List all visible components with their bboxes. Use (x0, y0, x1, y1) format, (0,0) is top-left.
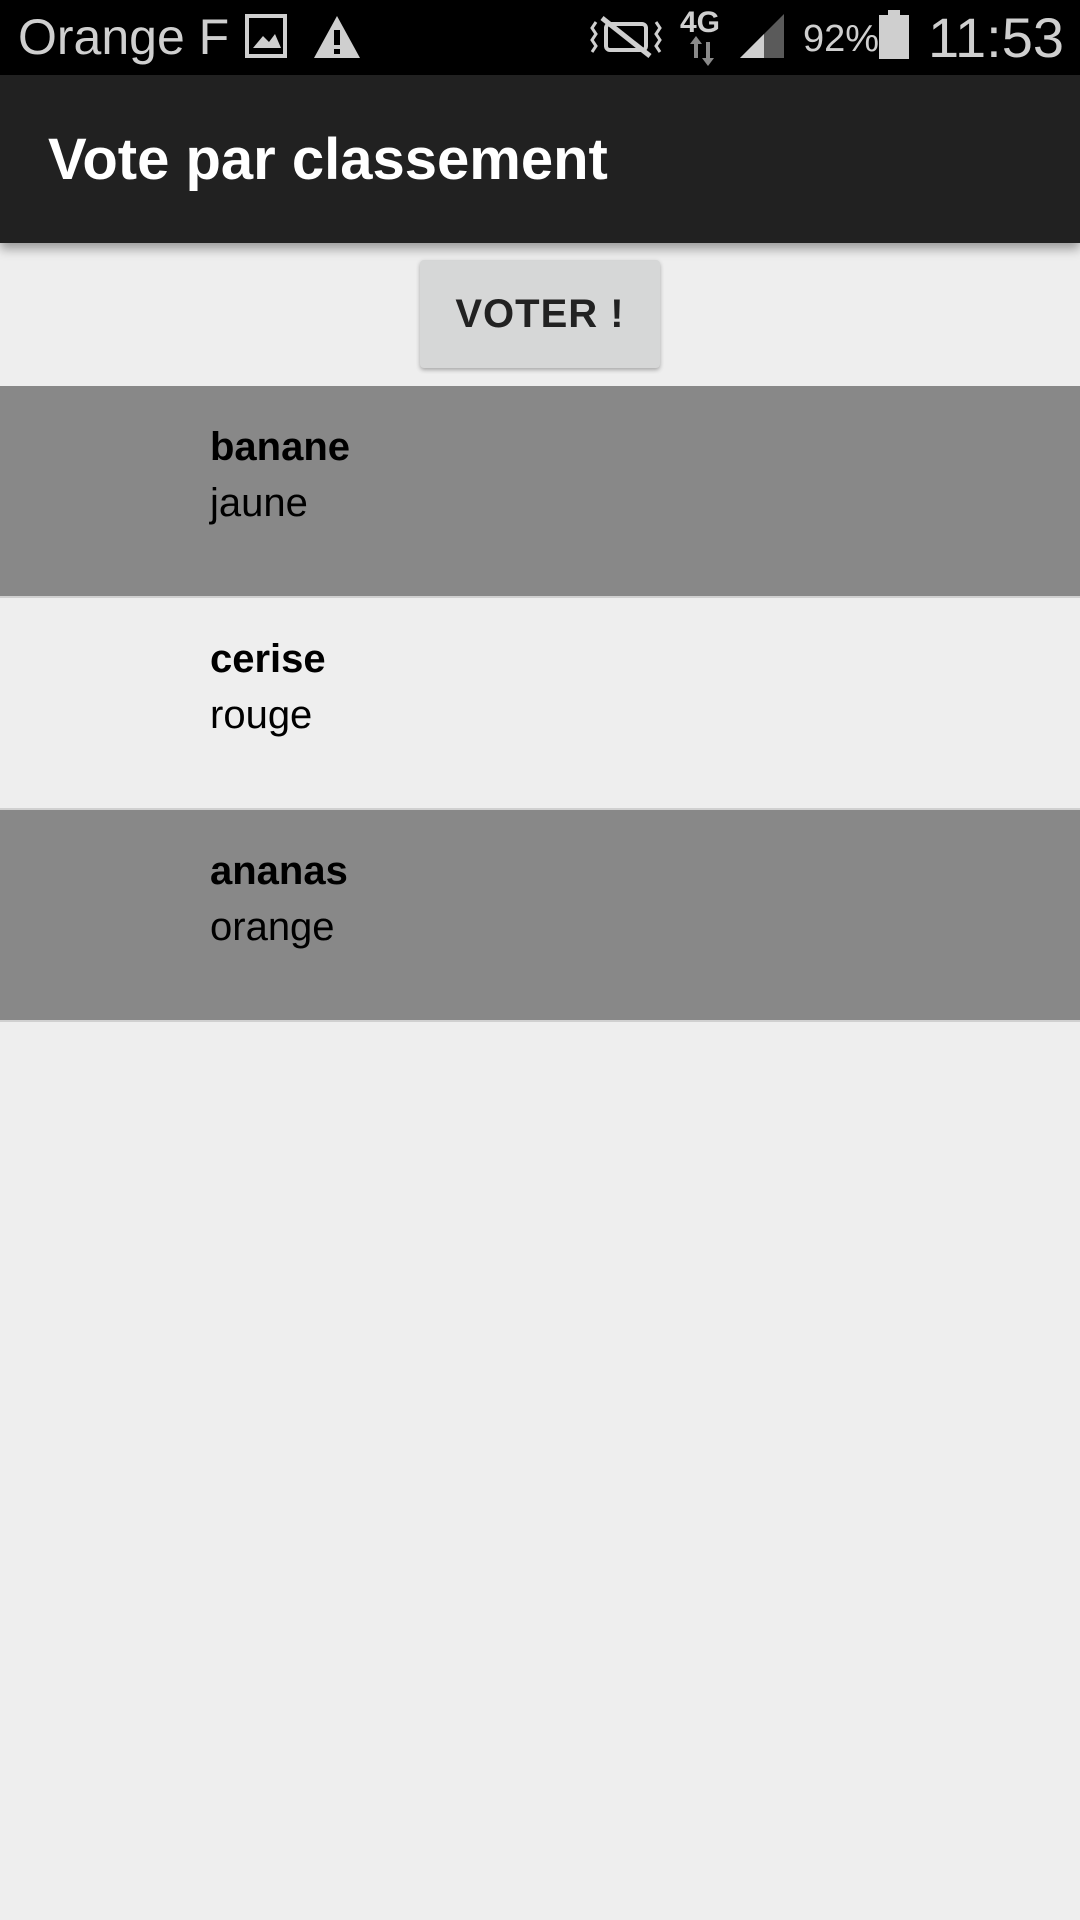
list-item-title: ananas (210, 849, 348, 893)
list-item-title: cerise (210, 637, 326, 681)
app-bar: Vote par classement (0, 75, 1080, 243)
list-item-subtitle: jaune (210, 481, 308, 525)
list-item-subtitle: rouge (210, 693, 313, 737)
carrier-name: Orange F (18, 9, 230, 65)
list-item-banane[interactable]: banane jaune (0, 386, 1080, 598)
battery-icon (878, 10, 910, 65)
status-bar: Orange F 4G 92% 11:53 (0, 0, 1080, 75)
gallery-icon (245, 14, 287, 63)
warning-icon (312, 14, 362, 65)
vote-button[interactable]: VOTER ! (420, 260, 660, 368)
list-item-title: banane (210, 425, 351, 469)
signal-icon (738, 12, 786, 65)
battery-percentage: 92% (803, 18, 880, 60)
list-item-ananas[interactable]: ananas orange (0, 810, 1080, 1022)
vibrate-icon (590, 14, 662, 65)
ranking-list: banane jaune cerise rouge ananas orange (0, 386, 1080, 1022)
list-item-subtitle: orange (210, 905, 335, 949)
clock: 11:53 (928, 6, 1064, 69)
list-item-cerise[interactable]: cerise rouge (0, 598, 1080, 810)
page-title: Vote par classement (48, 127, 608, 192)
